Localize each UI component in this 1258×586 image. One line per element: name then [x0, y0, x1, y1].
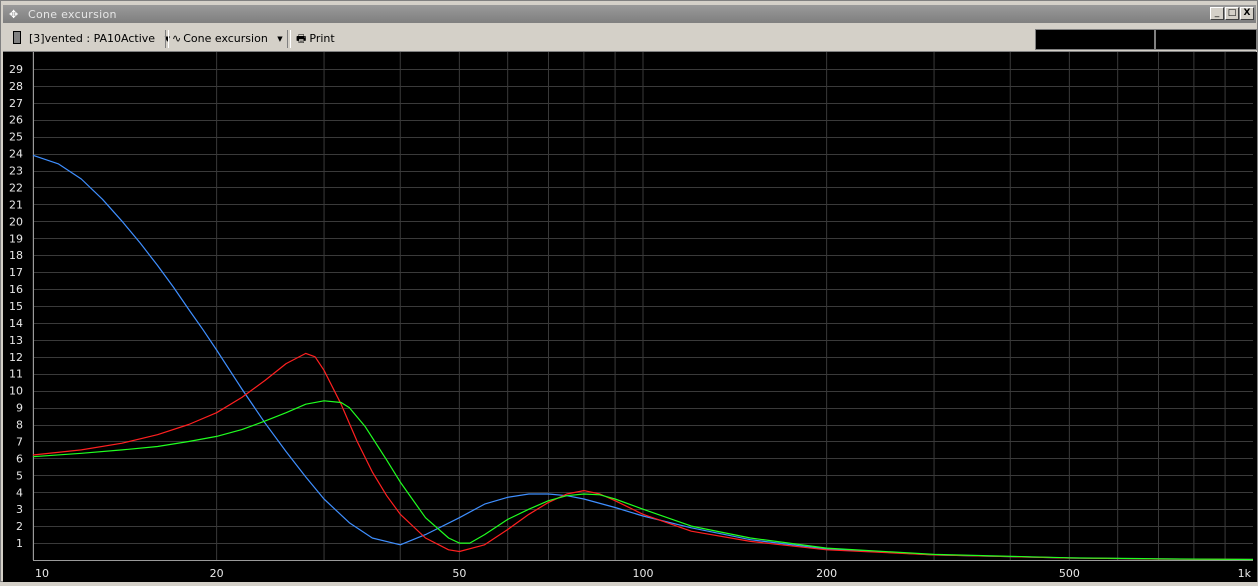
y-tick-label: 13 — [9, 334, 23, 347]
x-tick-label: 50 — [452, 567, 466, 580]
y-tick-label: 11 — [9, 368, 23, 381]
y-tick-label: 9 — [16, 402, 23, 415]
y-tick-label: 20 — [9, 215, 23, 228]
readout-box-left — [1035, 29, 1155, 50]
print-button[interactable]: 🖶 Print — [296, 30, 335, 48]
y-tick-label: 15 — [9, 300, 23, 313]
toolbar-separator — [165, 30, 169, 48]
y-tick-label: 24 — [9, 148, 23, 161]
y-tick-label: 23 — [9, 165, 23, 178]
y-tick-label: 25 — [9, 131, 23, 144]
view-selector[interactable]: ∿ Cone excursion ▼ — [172, 30, 283, 48]
minimize-button[interactable]: _ — [1210, 7, 1224, 20]
plot-area[interactable]: 1 2 3 4 5 6 7 8 9 10 11 12 13 14 15 16 17 18 19 20 21 22 23 24 2… — [3, 52, 1257, 582]
readout-box-right — [1155, 29, 1257, 50]
y-tick-label: 18 — [9, 249, 23, 262]
y-tick-label: 16 — [9, 283, 23, 296]
y-tick-label: 27 — [9, 97, 23, 110]
x-tick-label: 1k — [1238, 567, 1252, 580]
y-tick-label: 17 — [9, 266, 23, 279]
project-selector[interactable]: [3]vented : PA10Active ▼ — [13, 30, 170, 48]
close-button[interactable]: X — [1240, 7, 1254, 20]
dropdown-arrow-icon: ▼ — [277, 35, 283, 43]
title-bar[interactable]: ✥ Cone excursion _ □ X — [3, 5, 1256, 23]
y-tick-label: 29 — [9, 63, 23, 76]
y-tick-label: 7 — [16, 435, 23, 448]
window-controls: _ □ X — [1210, 7, 1254, 21]
window-title: Cone excursion — [28, 8, 117, 21]
y-tick-label: 4 — [16, 486, 23, 499]
view-label: Cone excursion — [183, 32, 268, 45]
x-tick-label: 500 — [1059, 567, 1080, 580]
y-tick-label: 14 — [9, 317, 23, 330]
y-tick-label: 10 — [9, 385, 23, 398]
y-tick-label: 1 — [16, 537, 23, 550]
project-icon — [13, 31, 21, 44]
window-move-icon: ✥ — [9, 8, 19, 21]
x-tick-label: 100 — [633, 567, 654, 580]
y-tick-label: 12 — [9, 351, 23, 364]
toolbar-separator — [287, 30, 291, 48]
waveform-icon: ∿ — [172, 32, 182, 45]
y-tick-label: 8 — [16, 419, 23, 432]
x-tick-label: 20 — [210, 567, 224, 580]
cone-excursion-chart[interactable]: 1234567891011121314151617181920212223242… — [3, 52, 1257, 582]
y-tick-label: 6 — [16, 452, 23, 465]
y-tick-label: 2 — [16, 520, 23, 533]
x-tick-label: 200 — [816, 567, 837, 580]
y-tick-label: 22 — [9, 181, 23, 194]
y-tick-label: 19 — [9, 232, 23, 245]
y-tick-label: 28 — [9, 80, 23, 93]
maximize-button[interactable]: □ — [1225, 7, 1239, 20]
y-tick-label: 5 — [16, 469, 23, 482]
y-tick-label: 26 — [9, 114, 23, 127]
x-tick-label: 10 — [35, 567, 49, 580]
y-tick-label: 21 — [9, 198, 23, 211]
app-window: ✥ Cone excursion _ □ X [3]vented : PA10A… — [0, 0, 1258, 582]
y-tick-label: 3 — [16, 503, 23, 516]
project-label: [3]vented : PA10Active — [29, 32, 156, 45]
printer-icon: 🖶 — [296, 32, 307, 45]
print-label: Print — [309, 32, 335, 45]
toolbar: [3]vented : PA10Active ▼ ∿ Cone excursion… — [3, 27, 1257, 52]
